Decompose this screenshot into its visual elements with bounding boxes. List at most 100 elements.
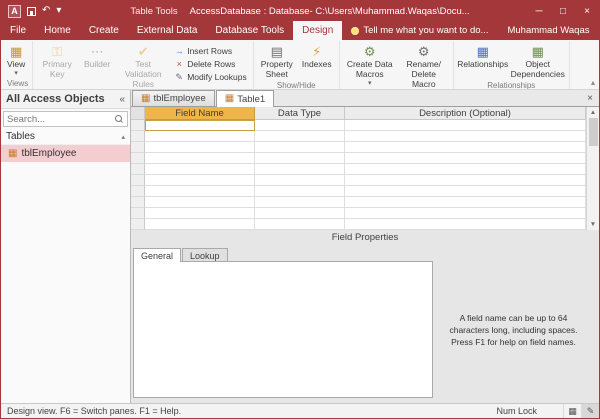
row-selector[interactable] — [131, 208, 145, 219]
scroll-up-icon[interactable]: ▲ — [590, 107, 596, 118]
description-cell[interactable] — [345, 208, 586, 219]
object-dependencies-button[interactable]: ▦ Object Dependencies — [511, 42, 565, 80]
field-name-cell[interactable] — [145, 197, 255, 208]
field-name-cell[interactable] — [145, 120, 255, 131]
shutter-collapse-icon[interactable]: « — [119, 94, 125, 105]
tab-database-tools[interactable]: Database Tools — [206, 21, 293, 40]
search-input[interactable] — [7, 114, 114, 125]
scroll-down-icon[interactable]: ▼ — [590, 219, 596, 230]
tab-external-data[interactable]: External Data — [128, 21, 207, 40]
data-type-cell[interactable] — [255, 153, 345, 164]
data-type-cell[interactable] — [255, 120, 345, 131]
field-name-cell[interactable] — [145, 153, 255, 164]
grid-row[interactable] — [131, 219, 586, 230]
row-selector[interactable] — [131, 219, 145, 230]
grid-row[interactable] — [131, 131, 586, 142]
field-name-cell[interactable] — [145, 175, 255, 186]
rename-delete-macro-button[interactable]: ⚙ Rename/ Delete Macro — [399, 42, 449, 89]
column-header-description[interactable]: Description (Optional) — [345, 107, 586, 120]
row-selector[interactable] — [131, 197, 145, 208]
field-name-cell[interactable] — [145, 142, 255, 153]
column-header-data-type[interactable]: Data Type — [255, 107, 345, 120]
description-cell[interactable] — [345, 175, 586, 186]
grid-row[interactable] — [131, 153, 586, 164]
row-selector[interactable] — [131, 131, 145, 142]
data-type-cell[interactable] — [255, 186, 345, 197]
data-type-cell[interactable] — [255, 164, 345, 175]
design-view-icon[interactable]: ✎ — [581, 404, 599, 418]
grid-row[interactable] — [131, 208, 586, 219]
data-type-cell[interactable] — [255, 219, 345, 230]
grid-row[interactable] — [131, 120, 586, 131]
field-name-cell[interactable] — [145, 186, 255, 197]
primary-key-button[interactable]: ⚿ Primary Key — [37, 42, 77, 80]
tab-create[interactable]: Create — [80, 21, 128, 40]
delete-rows-button[interactable]: × Delete Rows — [172, 58, 249, 70]
scrollbar-thumb[interactable] — [589, 118, 598, 146]
access-app-icon[interactable]: A — [8, 5, 21, 18]
row-selector[interactable] — [131, 153, 145, 164]
nav-item-tblemployee[interactable]: ▦ tblEmployee — [1, 145, 130, 162]
description-cell[interactable] — [345, 164, 586, 175]
datasheet-view-icon[interactable]: ▦ — [563, 404, 581, 418]
data-type-cell[interactable] — [255, 175, 345, 186]
test-validation-rules-button[interactable]: ✔ Test Validation Rules — [117, 42, 169, 89]
row-selector[interactable] — [131, 142, 145, 153]
minimize-button[interactable]: ─ — [527, 1, 551, 21]
data-type-cell[interactable] — [255, 197, 345, 208]
field-name-cell[interactable] — [145, 131, 255, 142]
description-cell[interactable] — [345, 131, 586, 142]
relationships-button[interactable]: ▦ Relationships — [458, 42, 508, 70]
column-header-field-name[interactable]: Field Name — [145, 107, 255, 120]
row-selector[interactable] — [131, 186, 145, 197]
data-type-cell[interactable] — [255, 131, 345, 142]
field-name-cell[interactable] — [145, 219, 255, 230]
grid-row[interactable] — [131, 142, 586, 153]
tab-lookup[interactable]: Lookup — [182, 248, 228, 262]
description-cell[interactable] — [345, 197, 586, 208]
tab-general[interactable]: General — [133, 248, 181, 262]
tab-design[interactable]: Design — [293, 21, 342, 40]
grid-row[interactable] — [131, 175, 586, 186]
builder-button[interactable]: ⋯ Builder — [80, 42, 114, 70]
user-account[interactable]: Muhammad Waqas — [497, 21, 599, 40]
grid-row[interactable] — [131, 164, 586, 175]
nav-section-tables[interactable]: Tables ▴ — [1, 129, 130, 145]
description-cell[interactable] — [345, 153, 586, 164]
indexes-button[interactable]: ⚡ Indexes — [299, 42, 335, 70]
row-selector-header[interactable] — [131, 107, 145, 120]
save-icon[interactable] — [27, 7, 36, 16]
tell-me-box[interactable]: Tell me what you want to do... — [342, 21, 497, 40]
field-name-cell[interactable] — [145, 208, 255, 219]
tab-home[interactable]: Home — [35, 21, 80, 40]
collapse-ribbon-icon[interactable]: ▴ — [591, 78, 595, 87]
doc-tab-table1[interactable]: ▦ Table1 — [216, 90, 274, 107]
doc-tab-tblemployee[interactable]: ▦ tblEmployee — [132, 90, 215, 106]
property-sheet-grid[interactable] — [133, 261, 433, 398]
undo-icon[interactable]: ↶ — [42, 6, 50, 16]
insert-rows-button[interactable]: → Insert Rows — [172, 45, 249, 57]
description-cell[interactable] — [345, 120, 586, 131]
row-selector[interactable] — [131, 120, 145, 131]
close-button[interactable]: × — [575, 1, 599, 21]
section-collapse-icon[interactable]: ▴ — [121, 133, 125, 141]
description-cell[interactable] — [345, 142, 586, 153]
grid-row[interactable] — [131, 197, 586, 208]
description-cell[interactable] — [345, 186, 586, 197]
property-sheet-button[interactable]: ▤ Property Sheet — [258, 42, 296, 80]
create-data-macros-button[interactable]: ⚙ Create Data Macros ▾ — [344, 42, 396, 87]
view-button[interactable]: ▦ View ▾ — [7, 42, 25, 77]
data-type-cell[interactable] — [255, 142, 345, 153]
field-name-cell[interactable] — [145, 164, 255, 175]
row-selector[interactable] — [131, 164, 145, 175]
modify-lookups-button[interactable]: ✎ Modify Lookups — [172, 71, 249, 83]
tab-file[interactable]: File — [1, 21, 35, 40]
row-selector[interactable] — [131, 175, 145, 186]
vertical-scrollbar[interactable]: ▲ ▼ — [586, 107, 599, 230]
qat-customize-icon[interactable]: ▾ — [56, 6, 61, 16]
data-type-cell[interactable] — [255, 208, 345, 219]
search-box[interactable] — [3, 111, 128, 127]
description-cell[interactable] — [345, 219, 586, 230]
close-document-icon[interactable]: × — [581, 93, 599, 104]
maximize-button[interactable]: □ — [551, 1, 575, 21]
